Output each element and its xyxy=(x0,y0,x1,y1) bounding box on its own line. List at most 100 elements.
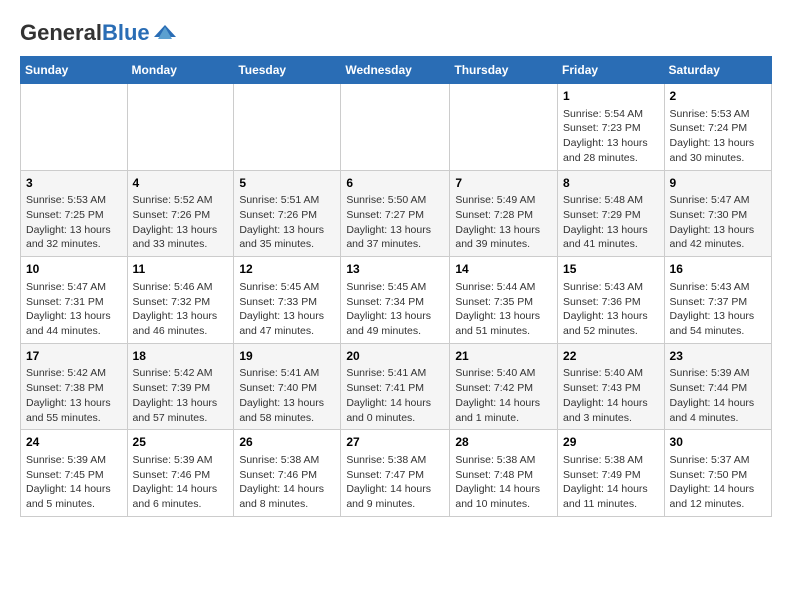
day-info: Sunrise: 5:42 AMSunset: 7:38 PMDaylight:… xyxy=(26,366,122,425)
day-info: Sunrise: 5:40 AMSunset: 7:43 PMDaylight:… xyxy=(563,366,659,425)
logo: GeneralBlue xyxy=(20,20,176,46)
day-info: Sunrise: 5:47 AMSunset: 7:31 PMDaylight:… xyxy=(26,280,122,339)
day-number: 16 xyxy=(670,261,766,278)
header-wednesday: Wednesday xyxy=(341,57,450,84)
calendar-cell: 14 Sunrise: 5:44 AMSunset: 7:35 PMDayligh… xyxy=(450,257,558,344)
day-number: 2 xyxy=(670,88,766,105)
day-number: 13 xyxy=(346,261,444,278)
day-info: Sunrise: 5:50 AMSunset: 7:27 PMDaylight:… xyxy=(346,193,444,252)
day-info: Sunrise: 5:37 AMSunset: 7:50 PMDaylight:… xyxy=(670,453,766,512)
day-number: 28 xyxy=(455,434,552,451)
day-number: 26 xyxy=(239,434,335,451)
calendar-cell: 6Sunrise: 5:50 AMSunset: 7:27 PMDaylight… xyxy=(341,170,450,257)
day-info: Sunrise: 5:41 AMSunset: 7:40 PMDaylight:… xyxy=(239,366,335,425)
day-info: Sunrise: 5:51 AMSunset: 7:26 PMDaylight:… xyxy=(239,193,335,252)
day-info: Sunrise: 5:38 AMSunset: 7:46 PMDaylight:… xyxy=(239,453,335,512)
header-monday: Monday xyxy=(127,57,234,84)
day-number: 22 xyxy=(563,348,659,365)
logo-blue-label: Blue xyxy=(102,20,150,45)
day-info: Sunrise: 5:53 AMSunset: 7:24 PMDaylight:… xyxy=(670,107,766,166)
day-number: 8 xyxy=(563,175,659,192)
week-row-3: 10 Sunrise: 5:47 AMSunset: 7:31 PMDayligh… xyxy=(21,257,772,344)
day-info: Sunrise: 5:38 AMSunset: 7:47 PMDaylight:… xyxy=(346,453,444,512)
calendar-cell xyxy=(21,84,128,171)
day-info: Sunrise: 5:41 AMSunset: 7:41 PMDaylight:… xyxy=(346,366,444,425)
calendar-body: 1Sunrise: 5:54 AMSunset: 7:23 PMDaylight… xyxy=(21,84,772,517)
calendar-cell: 19Sunrise: 5:41 AMSunset: 7:40 PMDayligh… xyxy=(234,343,341,430)
calendar-cell: 3Sunrise: 5:53 AMSunset: 7:25 PMDaylight… xyxy=(21,170,128,257)
day-number: 10 xyxy=(26,261,122,278)
calendar-cell: 22Sunrise: 5:40 AMSunset: 7:43 PMDayligh… xyxy=(558,343,665,430)
calendar-cell: 5Sunrise: 5:51 AMSunset: 7:26 PMDaylight… xyxy=(234,170,341,257)
day-info: Sunrise: 5:48 AMSunset: 7:29 PMDaylight:… xyxy=(563,193,659,252)
logo-general-label: General xyxy=(20,20,102,45)
day-info: Sunrise: 5:45 AMSunset: 7:34 PMDaylight:… xyxy=(346,280,444,339)
header-thursday: Thursday xyxy=(450,57,558,84)
calendar-cell: 4Sunrise: 5:52 AMSunset: 7:26 PMDaylight… xyxy=(127,170,234,257)
calendar-cell: 7Sunrise: 5:49 AMSunset: 7:28 PMDaylight… xyxy=(450,170,558,257)
logo-icon xyxy=(154,23,176,44)
calendar-cell: 18Sunrise: 5:42 AMSunset: 7:39 PMDayligh… xyxy=(127,343,234,430)
calendar-cell: 12Sunrise: 5:45 AMSunset: 7:33 PMDayligh… xyxy=(234,257,341,344)
calendar-cell: 11Sunrise: 5:46 AMSunset: 7:32 PMDayligh… xyxy=(127,257,234,344)
header-row: SundayMondayTuesdayWednesdayThursdayFrid… xyxy=(21,57,772,84)
calendar-cell: 30 Sunrise: 5:37 AMSunset: 7:50 PMDayligh… xyxy=(664,430,771,517)
day-info: Sunrise: 5:43 AMSunset: 7:36 PMDaylight:… xyxy=(563,280,659,339)
day-info: Sunrise: 5:39 AMSunset: 7:46 PMDaylight:… xyxy=(133,453,229,512)
day-info: Sunrise: 5:53 AMSunset: 7:25 PMDaylight:… xyxy=(26,193,122,252)
day-number: 4 xyxy=(133,175,229,192)
calendar-cell xyxy=(450,84,558,171)
calendar-cell: 13 Sunrise: 5:45 AMSunset: 7:34 PMDayligh… xyxy=(341,257,450,344)
day-info: Sunrise: 5:39 AMSunset: 7:44 PMDaylight:… xyxy=(670,366,766,425)
calendar-cell: 21Sunrise: 5:40 AMSunset: 7:42 PMDayligh… xyxy=(450,343,558,430)
day-info: Sunrise: 5:46 AMSunset: 7:32 PMDaylight:… xyxy=(133,280,229,339)
header-sunday: Sunday xyxy=(21,57,128,84)
day-number: 19 xyxy=(239,348,335,365)
day-info: Sunrise: 5:47 AMSunset: 7:30 PMDaylight:… xyxy=(670,193,766,252)
calendar-cell: 27 Sunrise: 5:38 AMSunset: 7:47 PMDayligh… xyxy=(341,430,450,517)
header-saturday: Saturday xyxy=(664,57,771,84)
day-info: Sunrise: 5:54 AMSunset: 7:23 PMDaylight:… xyxy=(563,107,659,166)
day-number: 21 xyxy=(455,348,552,365)
day-info: Sunrise: 5:40 AMSunset: 7:42 PMDaylight:… xyxy=(455,366,552,425)
page-header: GeneralBlue xyxy=(20,20,772,46)
calendar-cell: 17Sunrise: 5:42 AMSunset: 7:38 PMDayligh… xyxy=(21,343,128,430)
calendar-cell: 2 Sunrise: 5:53 AMSunset: 7:24 PMDaylight… xyxy=(664,84,771,171)
day-number: 18 xyxy=(133,348,229,365)
week-row-2: 3Sunrise: 5:53 AMSunset: 7:25 PMDaylight… xyxy=(21,170,772,257)
day-info: Sunrise: 5:38 AMSunset: 7:48 PMDaylight:… xyxy=(455,453,552,512)
day-number: 9 xyxy=(670,175,766,192)
calendar-cell: 20Sunrise: 5:41 AMSunset: 7:41 PMDayligh… xyxy=(341,343,450,430)
logo-general-text: GeneralBlue xyxy=(20,20,150,46)
calendar-cell: 9Sunrise: 5:47 AMSunset: 7:30 PMDaylight… xyxy=(664,170,771,257)
day-info: Sunrise: 5:44 AMSunset: 7:35 PMDaylight:… xyxy=(455,280,552,339)
day-info: Sunrise: 5:52 AMSunset: 7:26 PMDaylight:… xyxy=(133,193,229,252)
day-number: 24 xyxy=(26,434,122,451)
day-info: Sunrise: 5:38 AMSunset: 7:49 PMDaylight:… xyxy=(563,453,659,512)
day-number: 12 xyxy=(239,261,335,278)
day-info: Sunrise: 5:43 AMSunset: 7:37 PMDaylight:… xyxy=(670,280,766,339)
calendar-cell: 15Sunrise: 5:43 AMSunset: 7:36 PMDayligh… xyxy=(558,257,665,344)
day-info: Sunrise: 5:42 AMSunset: 7:39 PMDaylight:… xyxy=(133,366,229,425)
day-number: 3 xyxy=(26,175,122,192)
calendar-cell: 24 Sunrise: 5:39 AMSunset: 7:45 PMDayligh… xyxy=(21,430,128,517)
week-row-1: 1Sunrise: 5:54 AMSunset: 7:23 PMDaylight… xyxy=(21,84,772,171)
header-tuesday: Tuesday xyxy=(234,57,341,84)
calendar-cell: 16 Sunrise: 5:43 AMSunset: 7:37 PMDayligh… xyxy=(664,257,771,344)
calendar-header: SundayMondayTuesdayWednesdayThursdayFrid… xyxy=(21,57,772,84)
calendar-cell xyxy=(341,84,450,171)
calendar-cell: 28 Sunrise: 5:38 AMSunset: 7:48 PMDayligh… xyxy=(450,430,558,517)
day-number: 30 xyxy=(670,434,766,451)
day-number: 5 xyxy=(239,175,335,192)
calendar-cell: 26 Sunrise: 5:38 AMSunset: 7:46 PMDayligh… xyxy=(234,430,341,517)
calendar-cell: 8Sunrise: 5:48 AMSunset: 7:29 PMDaylight… xyxy=(558,170,665,257)
day-number: 17 xyxy=(26,348,122,365)
day-number: 27 xyxy=(346,434,444,451)
calendar-cell: 1Sunrise: 5:54 AMSunset: 7:23 PMDaylight… xyxy=(558,84,665,171)
day-number: 14 xyxy=(455,261,552,278)
day-info: Sunrise: 5:39 AMSunset: 7:45 PMDaylight:… xyxy=(26,453,122,512)
calendar-cell: 25Sunrise: 5:39 AMSunset: 7:46 PMDayligh… xyxy=(127,430,234,517)
day-number: 23 xyxy=(670,348,766,365)
calendar-cell: 23Sunrise: 5:39 AMSunset: 7:44 PMDayligh… xyxy=(664,343,771,430)
calendar-cell: 10 Sunrise: 5:47 AMSunset: 7:31 PMDayligh… xyxy=(21,257,128,344)
